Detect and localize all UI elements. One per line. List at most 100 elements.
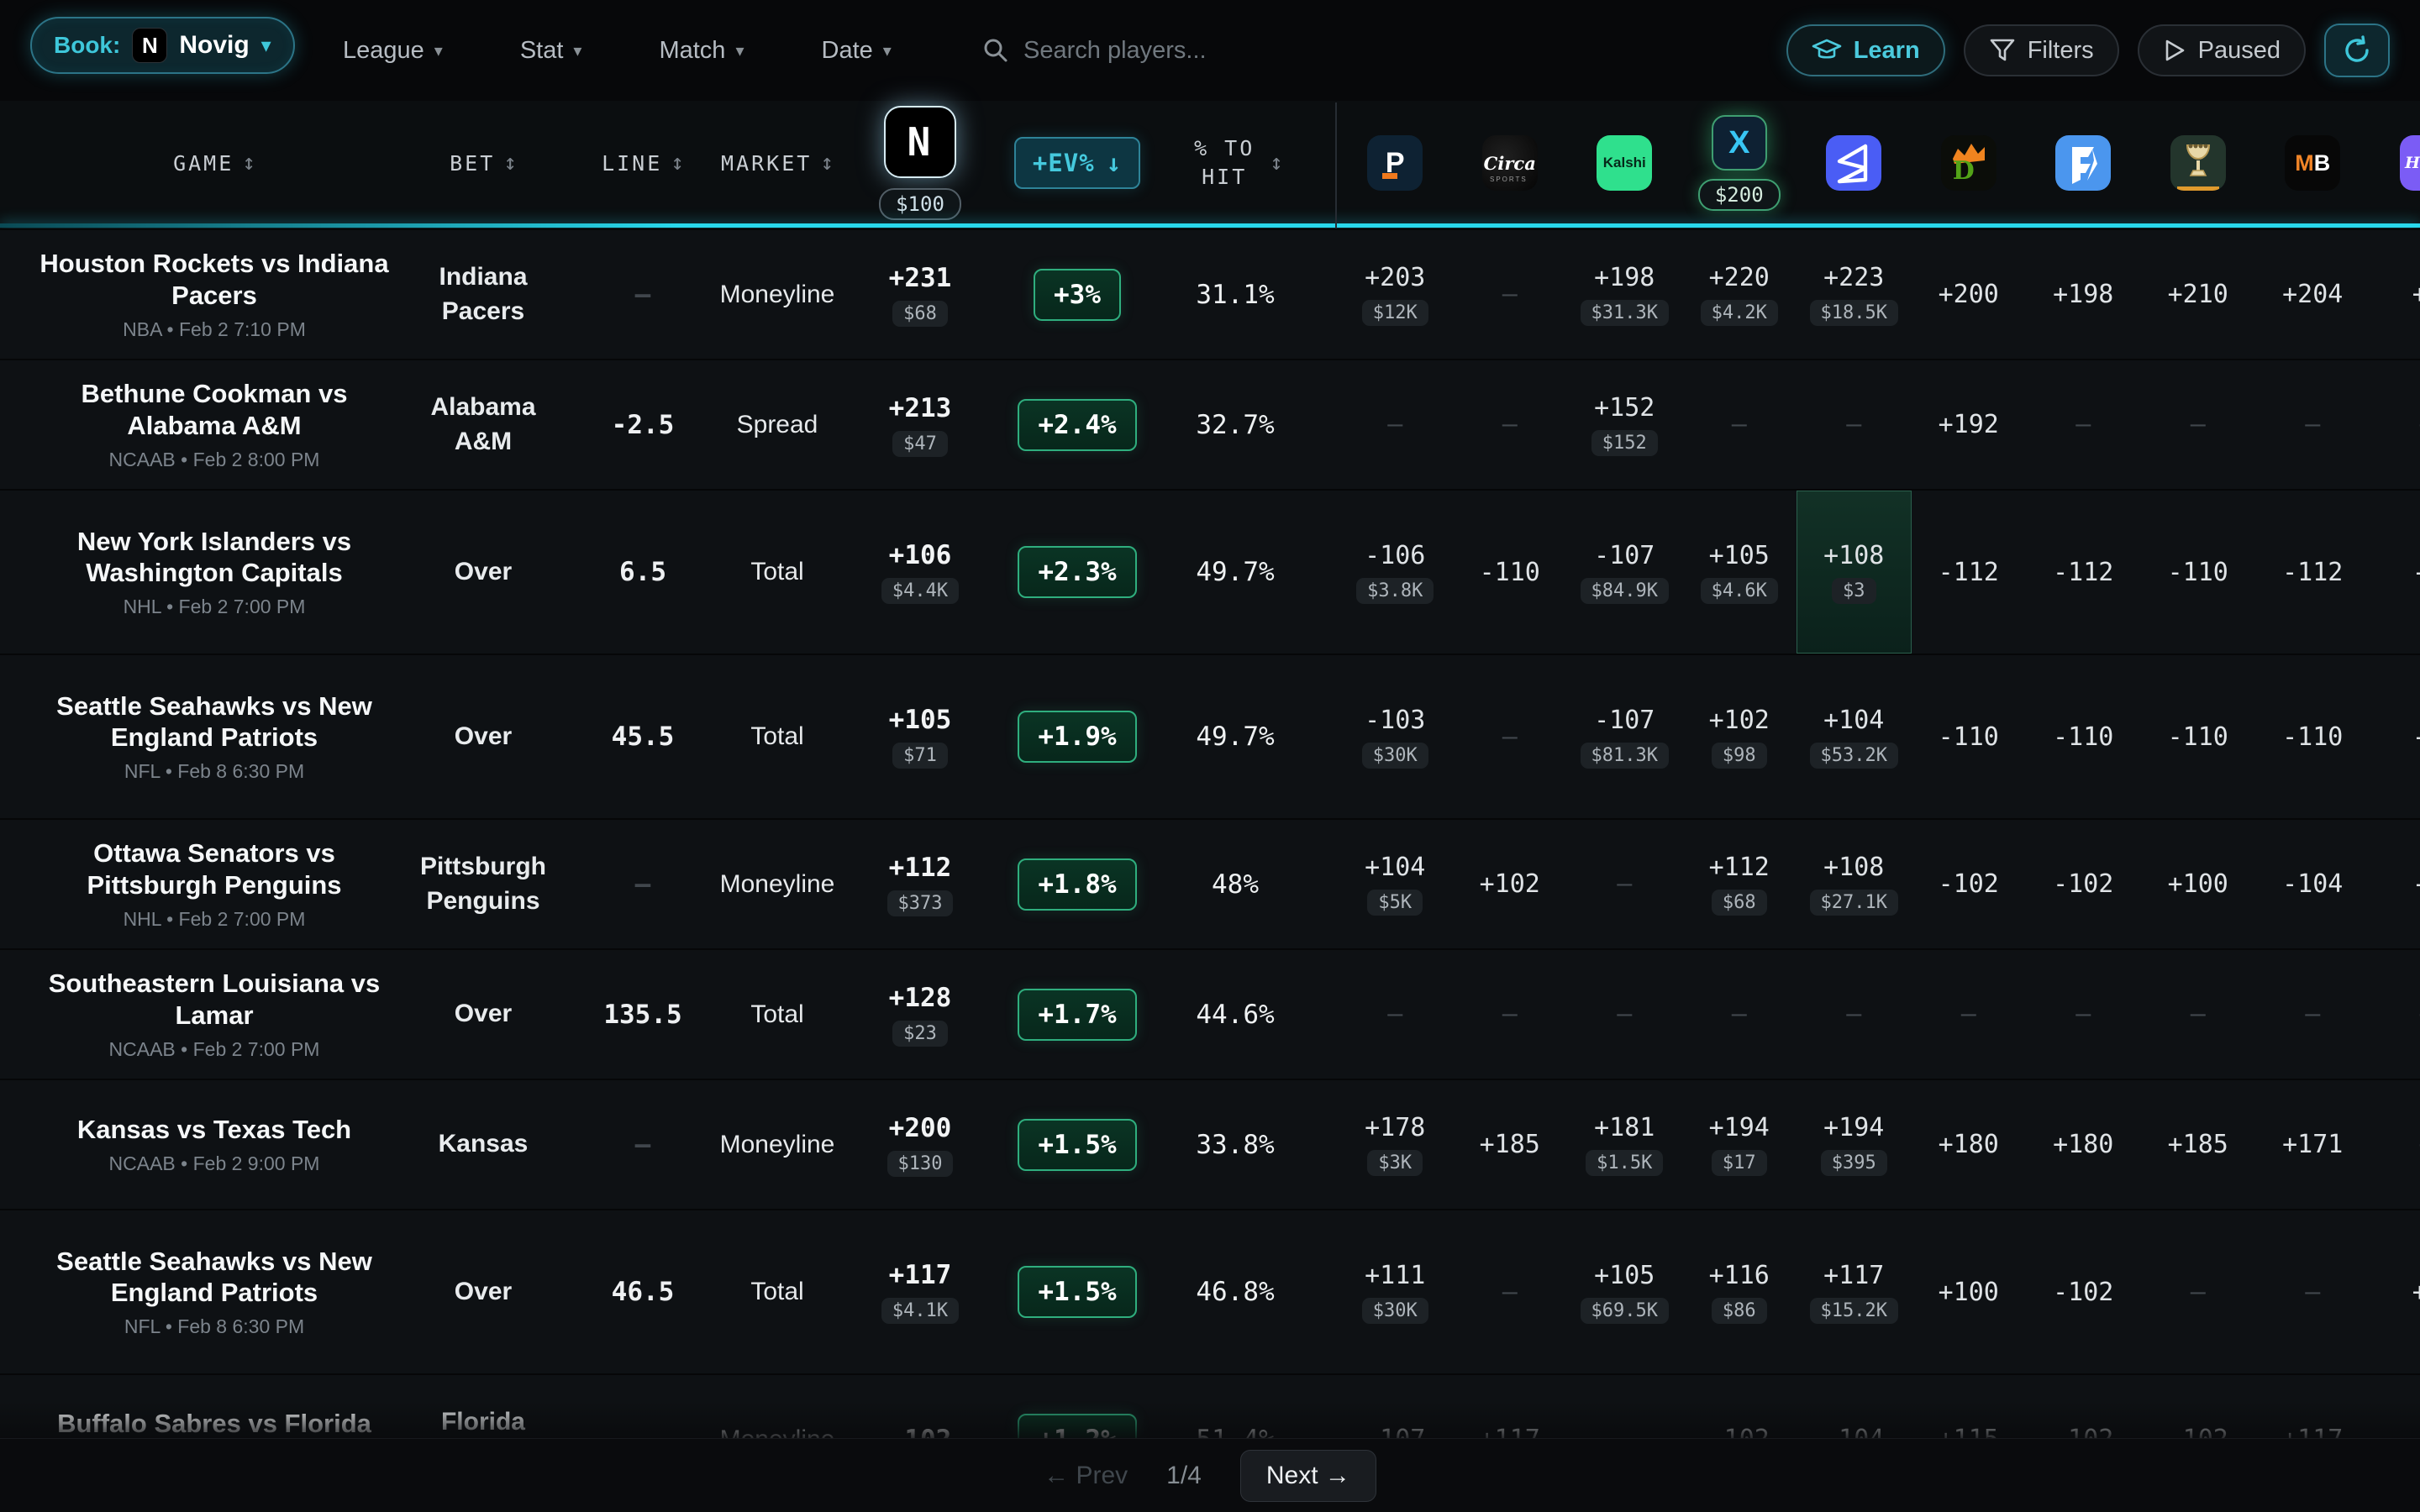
odds-cell-trophy[interactable]: -110 xyxy=(2141,655,2256,818)
novig-odds-cell[interactable]: +117$4.1K xyxy=(844,1210,996,1373)
book-column-header-trophy[interactable] xyxy=(2141,101,2256,225)
novig-odds-cell[interactable]: +231$68 xyxy=(844,230,996,359)
odds-cell-blue[interactable]: +194$395 xyxy=(1797,1080,1912,1209)
paused-button[interactable]: Paused xyxy=(2138,24,2306,76)
search-input[interactable]: Search players... xyxy=(981,0,1207,101)
odds-cell-trophy[interactable]: +185 xyxy=(2141,1080,2256,1209)
odds-cell-prophet[interactable]: +104$5K xyxy=(1338,820,1453,948)
table-row[interactable]: Ottawa Senators vs Pittsburgh PenguinsNH… xyxy=(0,818,2420,948)
odds-cell-blue[interactable]: +104$53.2K xyxy=(1797,655,1912,818)
odds-cell-mb[interactable]: +204 xyxy=(2255,230,2370,359)
table-row[interactable]: Southeastern Louisiana vs LamarNCAAB • F… xyxy=(0,948,2420,1079)
book-column-header-mb[interactable]: MB xyxy=(2255,101,2370,225)
odds-cell-blue[interactable]: +108$27.1K xyxy=(1797,820,1912,948)
odds-cell-circa[interactable]: +185 xyxy=(1453,1080,1568,1209)
column-header-novig[interactable]: N $100 xyxy=(844,101,996,225)
novig-odds-cell[interactable]: +128$23 xyxy=(844,950,996,1079)
odds-cell-prophet[interactable]: -106$3.8K xyxy=(1338,491,1453,654)
menu-match[interactable]: Match▾ xyxy=(659,37,744,65)
odds-cell-fanduel[interactable]: -102 xyxy=(2026,1210,2141,1373)
odds-cell-draftkings[interactable]: -110 xyxy=(1912,655,2027,818)
odds-cell-draftkings[interactable]: +200 xyxy=(1912,230,2027,359)
menu-league[interactable]: League▾ xyxy=(343,37,443,65)
novig-odds-cell[interactable]: +106$4.4K xyxy=(844,491,996,654)
novig-odds-cell[interactable]: +112$373 xyxy=(844,820,996,948)
book-column-header-circa[interactable]: CircaSPORTS xyxy=(1453,101,1568,225)
odds-cell-prophet[interactable]: +178$3K xyxy=(1338,1080,1453,1209)
odds-cell-mb[interactable]: -104 xyxy=(2255,820,2370,948)
odds-cell-x[interactable]: +220$4.2K xyxy=(1682,230,1797,359)
odds-cell-draftkings[interactable]: +100 xyxy=(1912,1210,2027,1373)
novig-book-icon[interactable]: N xyxy=(884,106,956,178)
odds-cell-kalshi[interactable]: +198$31.3K xyxy=(1567,230,1682,359)
odds-cell-hardrock[interactable]: -1 xyxy=(2370,655,2420,818)
odds-cell-draftkings[interactable]: -112 xyxy=(1912,491,2027,654)
odds-cell-kalshi[interactable]: +105$69.5K xyxy=(1567,1210,1682,1373)
book-column-header-x[interactable]: X$200 xyxy=(1682,101,1797,225)
book-column-header-fanduel[interactable] xyxy=(2026,101,2141,225)
odds-cell-x[interactable]: +116$86 xyxy=(1682,1210,1797,1373)
odds-cell-fanduel[interactable]: +180 xyxy=(2026,1080,2141,1209)
odds-cell-blue[interactable]: +108$3 xyxy=(1797,491,1912,654)
odds-cell-prophet[interactable]: -103$30K xyxy=(1338,655,1453,818)
odds-cell-kalshi[interactable]: +181$1.5K xyxy=(1567,1080,1682,1209)
odds-cell-fanduel[interactable]: -112 xyxy=(2026,491,2141,654)
odds-cell-draftkings[interactable]: -102 xyxy=(1912,820,2027,948)
odds-cell-mb[interactable]: -110 xyxy=(2255,655,2370,818)
table-row[interactable]: Kansas vs Texas TechNCAAB • Feb 2 9:00 P… xyxy=(0,1079,2420,1209)
odds-cell-hardrock[interactable]: -1 xyxy=(2370,491,2420,654)
table-row[interactable]: Bethune Cookman vs Alabama A&MNCAAB • Fe… xyxy=(0,359,2420,489)
ev-sort-button[interactable]: +EV% ↓ xyxy=(1014,137,1140,189)
odds-cell-x[interactable]: +112$68 xyxy=(1682,820,1797,948)
column-header-game[interactable]: GAME ↕ xyxy=(25,101,403,225)
odds-cell-trophy[interactable]: +100 xyxy=(2141,820,2256,948)
odds-cell-circa[interactable]: +102 xyxy=(1453,820,1568,948)
table-row[interactable]: New York Islanders vs Washington Capital… xyxy=(0,489,2420,654)
menu-date[interactable]: Date▾ xyxy=(822,37,892,65)
odds-cell-x[interactable]: +102$98 xyxy=(1682,655,1797,818)
odds-cell-prophet[interactable]: +203$12K xyxy=(1338,230,1453,359)
odds-cell-draftkings[interactable]: +192 xyxy=(1912,360,2027,489)
book-column-header-blue[interactable] xyxy=(1797,101,1912,225)
odds-cell-blue[interactable]: +223$18.5K xyxy=(1797,230,1912,359)
table-row[interactable]: Houston Rockets vs Indiana PacersNBA • F… xyxy=(0,228,2420,359)
book-selector[interactable]: Book: N Novig ▾ xyxy=(30,17,295,74)
column-header-bet[interactable]: BET ↕ xyxy=(403,101,563,225)
column-header-hit[interactable]: % TO HIT ↕ xyxy=(1160,101,1311,225)
odds-cell-circa[interactable]: -110 xyxy=(1453,491,1568,654)
odds-cell-mb[interactable]: +171 xyxy=(2255,1080,2370,1209)
refresh-button[interactable] xyxy=(2324,24,2390,77)
odds-cell-hardrock[interactable]: +1 xyxy=(2370,1210,2420,1373)
odds-cell-draftkings[interactable]: +180 xyxy=(1912,1080,2027,1209)
table-row[interactable]: Seattle Seahawks vs New England Patriots… xyxy=(0,1209,2420,1373)
odds-cell-x[interactable]: +105$4.6K xyxy=(1682,491,1797,654)
odds-cell-trophy[interactable]: +210 xyxy=(2141,230,2256,359)
odds-cell-mb[interactable]: -112 xyxy=(2255,491,2370,654)
odds-cell-hardrock[interactable]: +1 xyxy=(2370,230,2420,359)
odds-cell-kalshi[interactable]: -107$81.3K xyxy=(1567,655,1682,818)
odds-cell-kalshi[interactable]: -107$84.9K xyxy=(1567,491,1682,654)
odds-cell-fanduel[interactable]: +198 xyxy=(2026,230,2141,359)
novig-odds-cell[interactable]: +105$71 xyxy=(844,655,996,818)
odds-cell-hardrock[interactable]: -1 xyxy=(2370,820,2420,948)
odds-cell-fanduel[interactable]: -110 xyxy=(2026,655,2141,818)
odds-cell-kalshi[interactable]: +152$152 xyxy=(1567,360,1682,489)
odds-cell-prophet[interactable]: +111$30K xyxy=(1338,1210,1453,1373)
odds-cell-x[interactable]: +194$17 xyxy=(1682,1080,1797,1209)
book-column-header-hardrock[interactable]: Hard xyxy=(2370,101,2420,225)
learn-button[interactable]: Learn xyxy=(1786,24,1945,76)
odds-cell-trophy[interactable]: -110 xyxy=(2141,491,2256,654)
novig-odds-cell[interactable]: +200$130 xyxy=(844,1080,996,1209)
prev-page-button[interactable]: ← Prev xyxy=(1044,1462,1128,1490)
odds-cell-blue[interactable]: +117$15.2K xyxy=(1797,1210,1912,1373)
book-column-header-prophet[interactable]: P xyxy=(1338,101,1453,225)
table-row[interactable]: Seattle Seahawks vs New England Patriots… xyxy=(0,654,2420,818)
column-header-market[interactable]: MARKET ↕ xyxy=(697,101,857,225)
book-column-header-draftkings[interactable]: D xyxy=(1912,101,2027,225)
book-column-header-kalshi[interactable]: Kalshi xyxy=(1567,101,1682,225)
odds-cell-fanduel[interactable]: -102 xyxy=(2026,820,2141,948)
menu-stat[interactable]: Stat▾ xyxy=(520,37,582,65)
filters-button[interactable]: Filters xyxy=(1964,24,2119,76)
novig-odds-cell[interactable]: +213$47 xyxy=(844,360,996,489)
next-page-button[interactable]: Next → xyxy=(1240,1450,1376,1502)
